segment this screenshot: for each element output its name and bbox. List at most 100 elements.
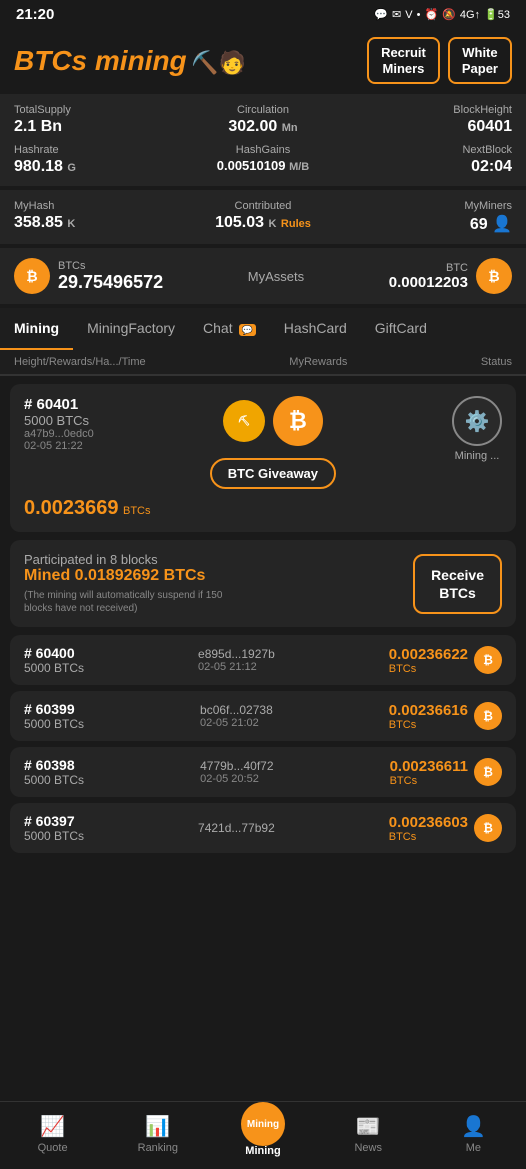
block-info: # 60401 5000 BTCs a47b9...0edc0 02-05 21… — [24, 396, 94, 452]
btc-label: BTC — [389, 262, 468, 274]
block-list-reward-unit: BTCs — [389, 831, 468, 843]
mining-amount-row: 0.0023669 BTCs — [24, 497, 502, 520]
btcs-left: ₿ BTCs 29.75496572 — [14, 258, 163, 294]
block-list-mid: bc06f...02738 02-05 21:02 — [200, 703, 273, 729]
mined-amount: Mined 0.01892692 BTCs — [24, 567, 244, 585]
total-supply-stat: TotalSupply 2.1 Bn — [14, 104, 180, 136]
block-list-mid: 7421d...77b92 — [198, 821, 275, 835]
block-list-reward-area: 0.00236616 BTCs — [389, 702, 468, 731]
block-list-coin-icon: ₿ — [474, 758, 502, 786]
block-list-mid: 4779b...40f72 02-05 20:52 — [200, 759, 273, 785]
block-list-right: 0.00236603 BTCs ₿ — [389, 814, 502, 843]
tabs-section: Mining MiningFactory Chat 💬 HashCard Gif… — [0, 308, 526, 376]
block-list-right: 0.00236611 BTCs ₿ — [390, 758, 502, 787]
sub-header-mid: MyRewards — [235, 356, 401, 368]
tab-mining-factory[interactable]: MiningFactory — [73, 308, 189, 350]
hashgains-value: 0.00510109 M/B — [180, 158, 346, 173]
tab-giftcard[interactable]: GiftCard — [361, 308, 441, 350]
myminers-value: 69 👤 — [349, 214, 512, 234]
block-list-reward-area: 0.00236603 BTCs — [389, 814, 468, 843]
quote-label: Quote — [38, 1142, 68, 1154]
block-list-item: # 60399 5000 BTCs bc06f...02738 02-05 21… — [10, 691, 516, 741]
block-list-amount: 5000 BTCs — [24, 829, 84, 843]
block-list-hash: 7421d...77b92 — [198, 821, 275, 835]
news-label: News — [354, 1142, 382, 1154]
hashrate-value: 980.18 G — [14, 158, 180, 176]
participated-left: Participated in 8 blocks Mined 0.0189269… — [24, 552, 244, 615]
block-list-reward-area: 0.00236622 BTCs — [389, 646, 468, 675]
bottom-nav: 📈 Quote 📊 Ranking Mining Mining 📰 News 👤… — [0, 1101, 526, 1169]
block-height-label: BlockHeight — [346, 104, 512, 116]
block-list-coin-icon: ₿ — [474, 814, 502, 842]
nav-me[interactable]: 👤 Me — [421, 1114, 526, 1154]
nav-quote[interactable]: 📈 Quote — [0, 1114, 105, 1154]
battery-icon: 🔋53 — [484, 8, 510, 21]
block-list-num: # 60400 — [24, 645, 84, 661]
participated-note: (The mining will automatically suspend i… — [24, 589, 244, 615]
circulation-label: Circulation — [180, 104, 346, 116]
participated-section: Participated in 8 blocks Mined 0.0189269… — [10, 540, 516, 627]
recruit-miners-button[interactable]: RecruitMiners — [367, 37, 440, 84]
me-icon: 👤 — [461, 1114, 486, 1139]
block-list-time: 02-05 21:12 — [198, 661, 275, 673]
btcs-value: 29.75496572 — [58, 272, 163, 293]
mining-center-label: Mining — [245, 1145, 280, 1157]
myhash-grid: MyHash 358.85 K Contributed 105.03 K Rul… — [14, 200, 512, 234]
nav-news[interactable]: 📰 News — [316, 1114, 421, 1154]
block-hash: a47b9...0edc0 — [24, 428, 94, 440]
btc-giveaway-button[interactable]: BTC Giveaway — [210, 458, 336, 489]
block-list-amount: 5000 BTCs — [24, 661, 84, 675]
block-list-item: # 60398 5000 BTCs 4779b...40f72 02-05 20… — [10, 747, 516, 797]
mining-status-icon: ⚙️ — [452, 396, 502, 446]
my-assets-center: MyAssets — [248, 269, 304, 284]
mining-center-icon: Mining — [241, 1102, 285, 1146]
btcs-coin-icon: ₿ — [14, 258, 50, 294]
stats-section: TotalSupply 2.1 Bn Circulation 302.00 Mn… — [0, 94, 526, 186]
block-list-reward-unit: BTCs — [390, 775, 468, 787]
myhash-label: MyHash — [14, 200, 177, 212]
block-list-num: # 60398 — [24, 757, 84, 773]
block-list-item: # 60397 5000 BTCs 7421d...77b92 0.002366… — [10, 803, 516, 853]
block-list-left: # 60397 5000 BTCs — [24, 813, 84, 843]
block-list-coin-icon: ₿ — [474, 702, 502, 730]
block-height-stat: BlockHeight 60401 — [346, 104, 512, 136]
tab-chat[interactable]: Chat 💬 — [189, 308, 270, 350]
block-list-right: 0.00236616 BTCs ₿ — [389, 702, 502, 731]
next-block-stat: NextBlock 02:04 — [346, 144, 512, 176]
btcs-amount: 5000 BTCs — [24, 413, 94, 428]
mining-card-center: ⛏ ₿ BTC Giveaway — [210, 396, 336, 489]
btc-right: ₿ BTC 0.00012203 — [389, 258, 512, 294]
btc-right-info: BTC 0.00012203 — [389, 262, 468, 291]
block-list-reward-unit: BTCs — [389, 663, 468, 675]
header: BTCs mining ⛏️🧑 RecruitMiners WhitePaper — [0, 29, 526, 94]
nav-ranking[interactable]: 📊 Ranking — [105, 1114, 210, 1154]
ranking-icon: 📊 — [145, 1114, 170, 1139]
block-list-right: 0.00236622 BTCs ₿ — [389, 646, 502, 675]
receive-btcs-button[interactable]: ReceiveBTCs — [413, 554, 502, 614]
block-list: # 60400 5000 BTCs e895d...1927b 02-05 21… — [0, 635, 526, 853]
contributed-value: 105.03 K Rules — [181, 214, 344, 232]
myhash-stat: MyHash 358.85 K — [14, 200, 177, 234]
block-list-num: # 60399 — [24, 701, 84, 717]
block-list-coin-icon: ₿ — [474, 646, 502, 674]
myhash-section: MyHash 358.85 K Contributed 105.03 K Rul… — [0, 190, 526, 244]
block-list-hash: 4779b...40f72 — [200, 759, 273, 773]
myminers-stat: MyMiners 69 👤 — [349, 200, 512, 234]
logo-text: BTCs mining — [14, 45, 187, 76]
msg-icon: ✉ — [392, 8, 401, 21]
status-time: 21:20 — [16, 6, 54, 23]
mining-card: # 60401 5000 BTCs a47b9...0edc0 02-05 21… — [10, 384, 516, 532]
block-list-reward-value: 0.00236611 — [390, 758, 468, 775]
total-supply-label: TotalSupply — [14, 104, 180, 116]
contributed-stat: Contributed 105.03 K Rules — [181, 200, 344, 234]
logo-emoji: ⛏️🧑 — [191, 50, 246, 75]
nav-mining-center[interactable]: Mining Mining — [210, 1110, 315, 1157]
block-list-num: # 60397 — [24, 813, 84, 829]
tab-hashcard[interactable]: HashCard — [270, 308, 361, 350]
white-paper-button[interactable]: WhitePaper — [448, 37, 512, 84]
hashgains-label: HashGains — [180, 144, 346, 156]
rules-link[interactable]: Rules — [281, 218, 311, 230]
next-block-label: NextBlock — [346, 144, 512, 156]
tab-mining[interactable]: Mining — [0, 308, 73, 350]
logo-area: BTCs mining ⛏️🧑 — [14, 45, 246, 77]
